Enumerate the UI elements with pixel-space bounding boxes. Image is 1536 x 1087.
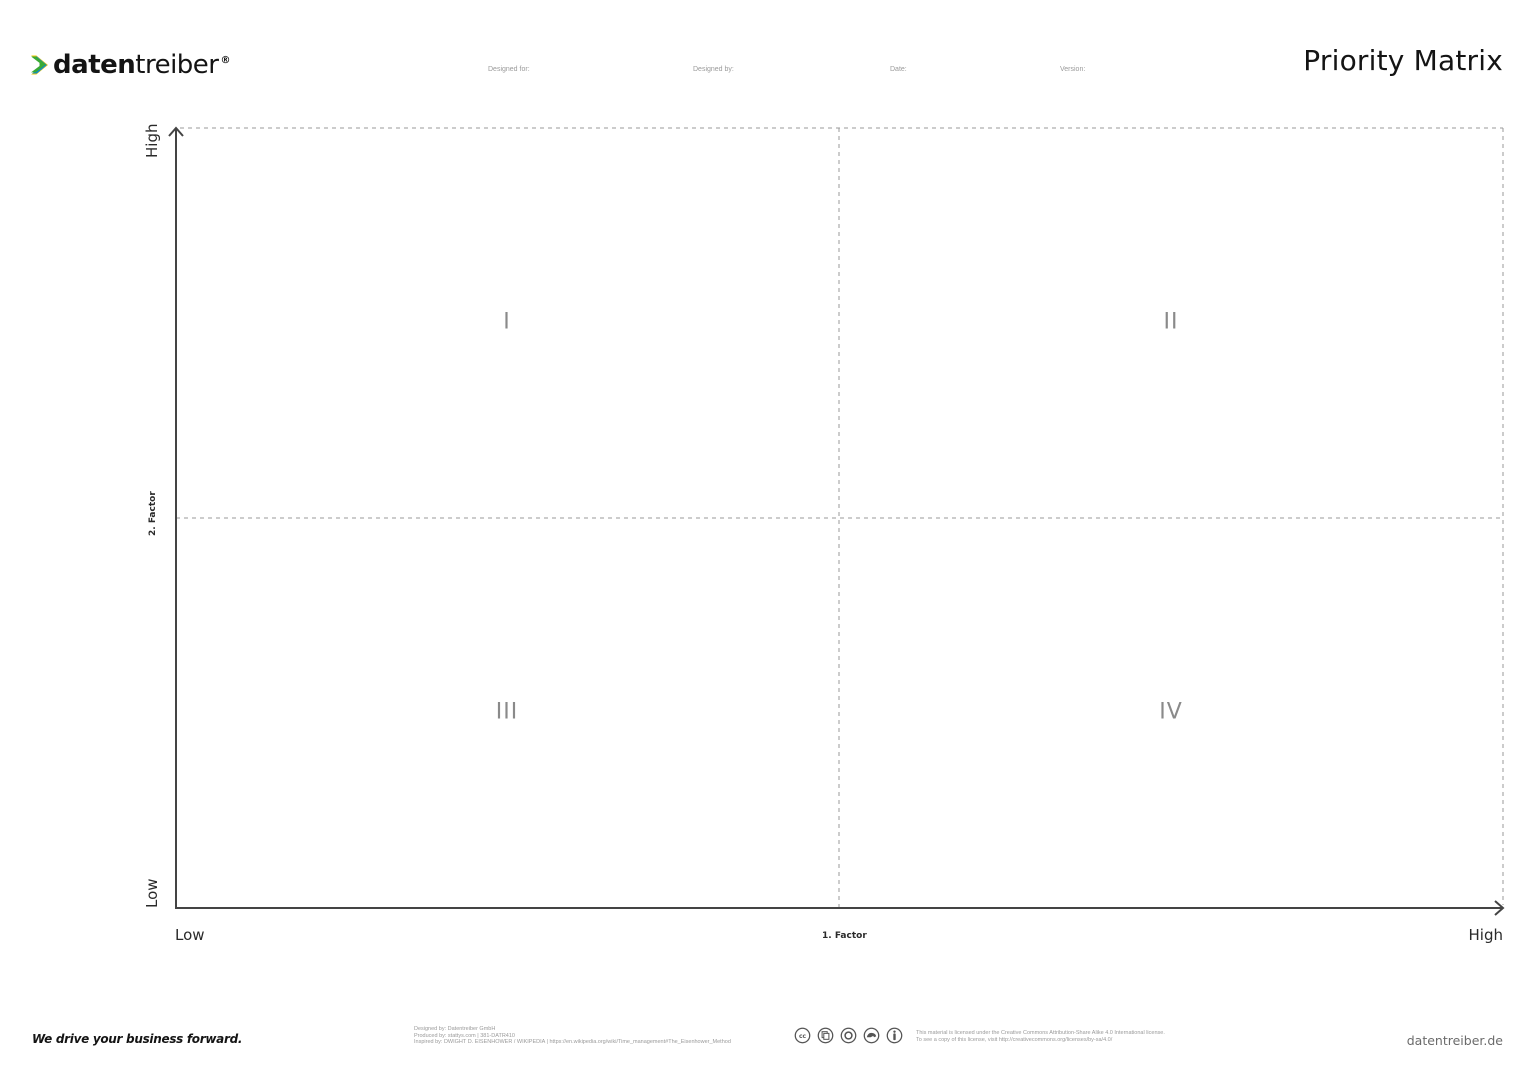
quadrant-ii-label: II — [1163, 309, 1179, 335]
x-axis-low-label: Low — [175, 926, 205, 944]
noncommercial-icon — [863, 1027, 880, 1044]
x-axis-arrowhead — [1494, 900, 1505, 916]
logo-chevron-icon — [31, 55, 48, 75]
logo-wordmark: datentreiber ® — [53, 52, 230, 78]
license-text: This material is licensed under the Crea… — [916, 1030, 1165, 1043]
website-link[interactable]: datentreiber.de — [1407, 1033, 1503, 1048]
cc-icon: cc — [794, 1027, 811, 1044]
person-icon — [886, 1027, 903, 1044]
registered-mark: ® — [220, 55, 231, 66]
y-axis-high-label: High — [143, 123, 161, 158]
license-line-2: To see a copy of this license, visit htt… — [916, 1036, 1113, 1043]
svg-text:cc: cc — [799, 1033, 807, 1040]
priority-matrix-grid — [168, 126, 1505, 916]
license-line-1: This material is licensed under the Crea… — [916, 1030, 1165, 1036]
y-axis-low-label: Low — [143, 878, 161, 908]
quadrant-i-label: I — [503, 309, 511, 335]
share-alike-icon — [840, 1027, 857, 1044]
y-axis-title: 2. Factor — [148, 491, 158, 536]
version-label: Version: — [1060, 66, 1086, 73]
logo-text-daten: daten — [53, 50, 136, 80]
logo-text-treiber: treiber — [135, 50, 219, 80]
designed-by-label: Designed by: — [693, 66, 734, 73]
tagline: We drive your business forward. — [32, 1032, 243, 1046]
page-title: Priority Matrix — [1303, 44, 1503, 77]
attribution-icon — [817, 1027, 834, 1044]
designed-for-label: Designed for: — [488, 66, 530, 73]
x-axis-high-label: High — [1468, 926, 1503, 944]
credits: Designed by: Datentreiber GmbH Produced … — [414, 1026, 731, 1046]
credit-inspired-by: Inspired by: DWIGHT D. EISENHOWER / WIKI… — [414, 1039, 731, 1045]
date-label: Date: — [890, 66, 907, 73]
logo: datentreiber ® — [30, 44, 230, 86]
x-axis-title: 1. Factor — [822, 931, 867, 941]
quadrant-iv-label: IV — [1159, 699, 1183, 725]
quadrant-iii-label: III — [495, 699, 519, 725]
y-axis-arrowhead — [168, 126, 184, 137]
creative-commons-icons: cc — [794, 1027, 903, 1044]
